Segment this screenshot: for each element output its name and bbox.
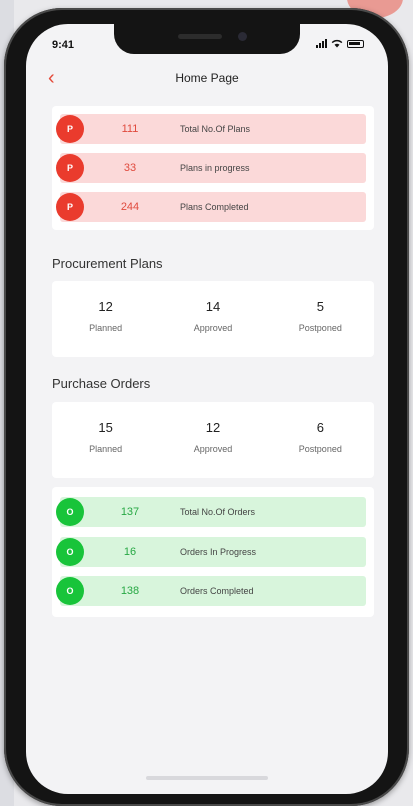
procurement-stat-postponed[interactable]: 5 Postponed bbox=[267, 281, 374, 357]
plans-summary-row[interactable]: P 111 Total No.Of Plans bbox=[56, 114, 366, 144]
page-title: Home Page bbox=[175, 71, 239, 85]
status-time: 9:41 bbox=[52, 39, 75, 51]
nav-bar: ‹ Home Page bbox=[26, 66, 388, 90]
plans-progress-value: 33 bbox=[123, 162, 137, 174]
orders-summary-row[interactable]: O 137 Total No.Of Orders bbox=[56, 497, 366, 527]
plans-progress-label: Plans in progress bbox=[180, 163, 250, 173]
plans-completed-label: Plans Completed bbox=[180, 202, 249, 212]
orders-completed-icon: O bbox=[56, 577, 84, 605]
orders-summary-row[interactable]: O 138 Orders Completed bbox=[56, 576, 366, 606]
stat-value: 15 bbox=[98, 420, 113, 435]
plans-progress-icon: P bbox=[56, 154, 84, 182]
plans-summary-row[interactable]: P 244 Plans Completed bbox=[56, 192, 366, 222]
plans-completed-value: 244 bbox=[120, 201, 140, 213]
stat-value: 5 bbox=[316, 299, 324, 314]
orders-completed-value: 138 bbox=[120, 585, 140, 597]
purchase-stat-planned[interactable]: 15 Planned bbox=[52, 402, 159, 478]
purchase-stats-card: 15 Planned 12 Approved 6 Postponed bbox=[52, 402, 374, 478]
plans-completed-icon: P bbox=[56, 193, 84, 221]
speaker-icon bbox=[178, 34, 222, 39]
orders-total-label: Total No.Of Orders bbox=[180, 507, 256, 517]
orders-completed-label: Orders Completed bbox=[180, 586, 254, 596]
stat-value: 6 bbox=[316, 420, 324, 435]
camera-icon bbox=[238, 32, 247, 41]
status-icons bbox=[316, 39, 364, 48]
home-indicator[interactable] bbox=[146, 776, 268, 780]
procurement-section-title: Procurement Plans bbox=[52, 256, 163, 271]
orders-progress-icon: O bbox=[56, 538, 84, 566]
plans-total-label: Total No.Of Plans bbox=[180, 124, 251, 134]
plans-total-icon: P bbox=[56, 115, 84, 143]
plans-summary-card: P 111 Total No.Of Plans P 33 Plans in pr… bbox=[52, 106, 374, 230]
wifi-icon bbox=[331, 39, 343, 48]
procurement-stat-planned[interactable]: 12 Planned bbox=[52, 281, 159, 357]
plans-summary-row[interactable]: P 33 Plans in progress bbox=[56, 153, 366, 183]
orders-summary-card: O 137 Total No.Of Orders O 16 Orders In … bbox=[52, 487, 374, 617]
orders-progress-value: 16 bbox=[123, 546, 137, 558]
stat-label: Approved bbox=[193, 444, 233, 454]
stat-value: 14 bbox=[205, 299, 221, 314]
stat-value: 12 bbox=[205, 420, 221, 435]
stat-label: Postponed bbox=[298, 444, 342, 454]
procurement-stat-approved[interactable]: 14 Approved bbox=[159, 281, 266, 357]
phone-notch bbox=[114, 24, 300, 54]
orders-progress-label: Orders In Progress bbox=[180, 547, 257, 557]
phone-frame: 9:41 ‹ Home Page P 111 Total No.Of Plans bbox=[4, 8, 409, 806]
orders-total-icon: O bbox=[56, 498, 84, 526]
battery-icon bbox=[347, 39, 364, 48]
orders-summary-row[interactable]: O 16 Orders In Progress bbox=[56, 537, 366, 567]
app-screen: 9:41 ‹ Home Page P 111 Total No.Of Plans bbox=[26, 24, 388, 794]
stat-label: Planned bbox=[89, 323, 123, 333]
stat-label: Planned bbox=[89, 444, 123, 454]
stat-label: Approved bbox=[193, 323, 233, 333]
stat-label: Postponed bbox=[298, 323, 342, 333]
purchase-stat-approved[interactable]: 12 Approved bbox=[159, 402, 266, 478]
stat-value: 12 bbox=[98, 299, 113, 314]
orders-total-value: 137 bbox=[120, 506, 140, 518]
purchase-stat-postponed[interactable]: 6 Postponed bbox=[267, 402, 374, 478]
procurement-stats-card: 12 Planned 14 Approved 5 Postponed bbox=[52, 281, 374, 357]
plans-total-value: 111 bbox=[121, 123, 139, 135]
signal-icon bbox=[316, 39, 327, 48]
purchase-section-title: Purchase Orders bbox=[52, 376, 151, 391]
